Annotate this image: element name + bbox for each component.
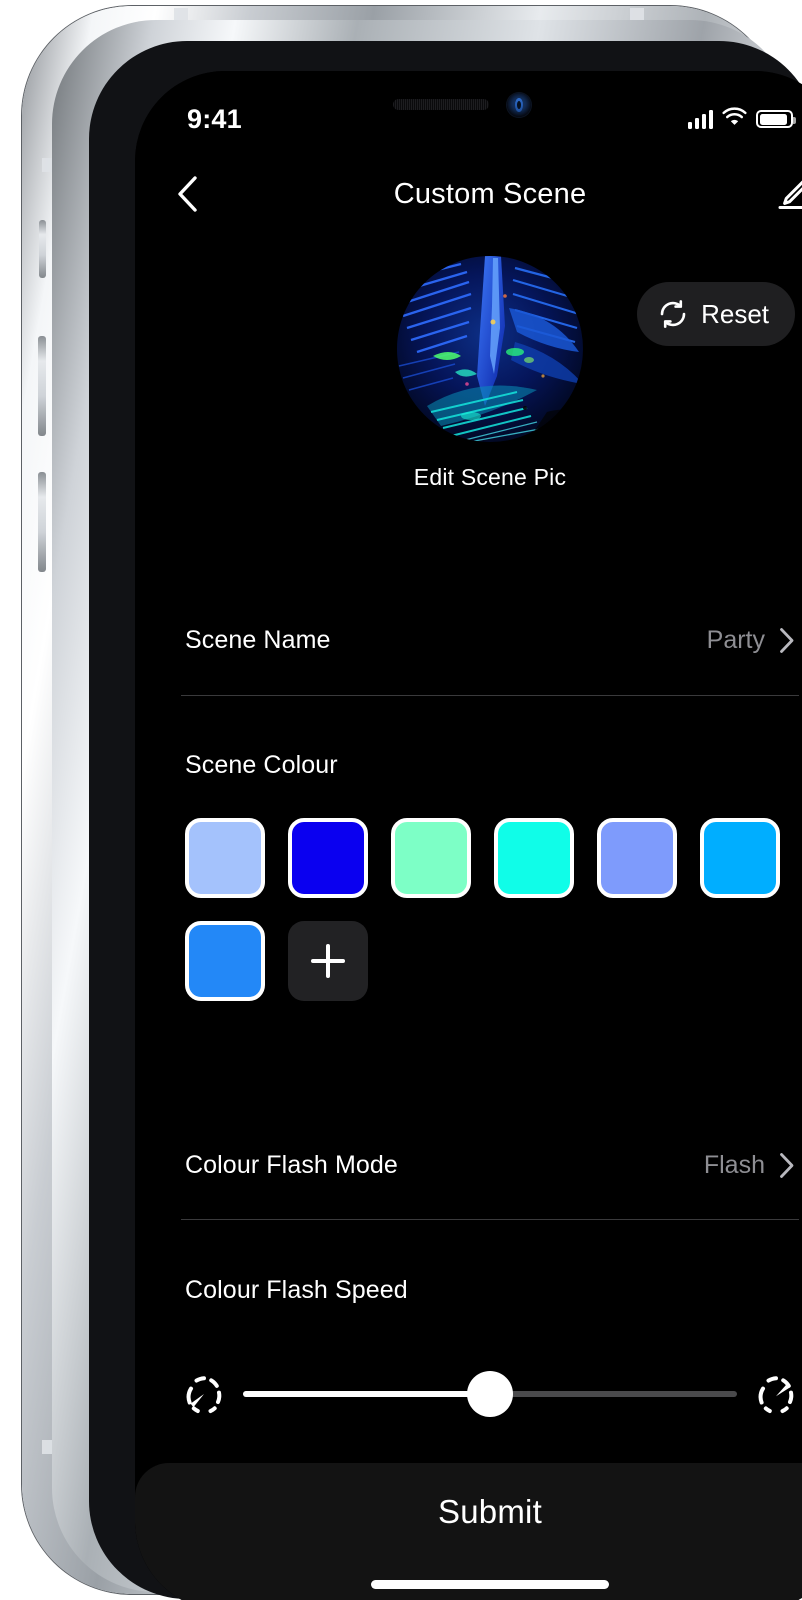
reset-button[interactable]: Reset (637, 282, 795, 346)
scene-name-right: Party (707, 626, 795, 655)
back-button[interactable] (161, 168, 213, 220)
scene-thumbnail-image (397, 256, 583, 442)
slider-thumb[interactable] (467, 1371, 513, 1417)
scene-colour-label: Scene Colour (185, 751, 338, 779)
wifi-icon (722, 107, 747, 131)
navigation-bar: Custom Scene (135, 163, 802, 225)
scene-pic-caption: Edit Scene Pic (413, 464, 567, 490)
colour-flash-mode-right: Flash (704, 1151, 795, 1180)
colour-flash-speed-slider-row (181, 1359, 799, 1429)
phone-outer-frame: 9:41 Custom Scene Reset Edit Scene Pic S… (22, 6, 802, 1600)
divider-scene-name (181, 695, 799, 696)
scene-pic-block: Reset Edit Scene Pic (135, 256, 802, 491)
colour-flash-mode-value: Flash (703, 1150, 765, 1179)
device-stage: 9:41 Custom Scene Reset Edit Scene Pic S… (0, 0, 802, 1600)
cellular-signal-icon (687, 109, 713, 129)
status-time: 9:41 (187, 103, 242, 134)
scene-thumbnail[interactable] (397, 256, 583, 442)
speed-fast-gauge-icon[interactable] (753, 1371, 799, 1417)
submit-label: Submit (438, 1493, 542, 1530)
volume-down-button[interactable] (38, 472, 46, 572)
scene-name-label: Scene Name (185, 625, 331, 654)
pencil-edit-icon (778, 180, 802, 209)
colour-swatch-2[interactable] (288, 818, 368, 898)
colour-flash-speed-label: Colour Flash Speed (185, 1276, 408, 1304)
chevron-right-icon (780, 1152, 794, 1178)
colour-flash-mode-label: Colour Flash Mode (185, 1150, 398, 1179)
colour-flash-speed-slider[interactable] (243, 1371, 737, 1417)
submit-button[interactable]: Submit (135, 1463, 802, 1600)
colour-swatch-7[interactable] (185, 921, 265, 1001)
colour-swatch-4[interactable] (494, 818, 574, 898)
edit-button[interactable] (767, 168, 802, 220)
reset-label: Reset (701, 298, 769, 329)
status-bar: 9:41 (135, 99, 802, 139)
refresh-circle-icon (660, 300, 686, 328)
speed-slow-gauge-icon[interactable] (181, 1371, 227, 1417)
volume-up-button[interactable] (38, 336, 46, 436)
chevron-left-icon (178, 176, 197, 212)
colour-swatch-3[interactable] (391, 818, 471, 898)
scene-name-value: Party (706, 625, 765, 654)
chevron-right-icon (780, 627, 794, 653)
colour-swatch-5[interactable] (597, 818, 677, 898)
phone-mid-frame: 9:41 Custom Scene Reset Edit Scene Pic S… (52, 20, 802, 1600)
add-colour-button[interactable] (288, 921, 368, 1001)
phone-inner-bezel: 9:41 Custom Scene Reset Edit Scene Pic S… (89, 41, 802, 1600)
colour-swatch-6[interactable] (700, 818, 780, 898)
divider-colour-flash-mode (181, 1219, 799, 1220)
colour-flash-mode-row[interactable]: Colour Flash Mode Flash (135, 1136, 802, 1194)
app-root: 9:41 Custom Scene Reset Edit Scene Pic S… (135, 71, 802, 1600)
status-icons (687, 107, 796, 131)
scene-name-row[interactable]: Scene Name Party (135, 611, 802, 669)
scene-colour-swatch-grid (185, 818, 785, 1001)
home-indicator (371, 1580, 609, 1589)
slider-track-fill (243, 1391, 490, 1397)
page-title: Custom Scene (393, 177, 587, 210)
phone-screen: 9:41 Custom Scene Reset Edit Scene Pic S… (135, 71, 802, 1600)
battery-icon (756, 110, 796, 128)
mute-switch[interactable] (39, 220, 46, 278)
colour-swatch-1[interactable] (185, 818, 265, 898)
